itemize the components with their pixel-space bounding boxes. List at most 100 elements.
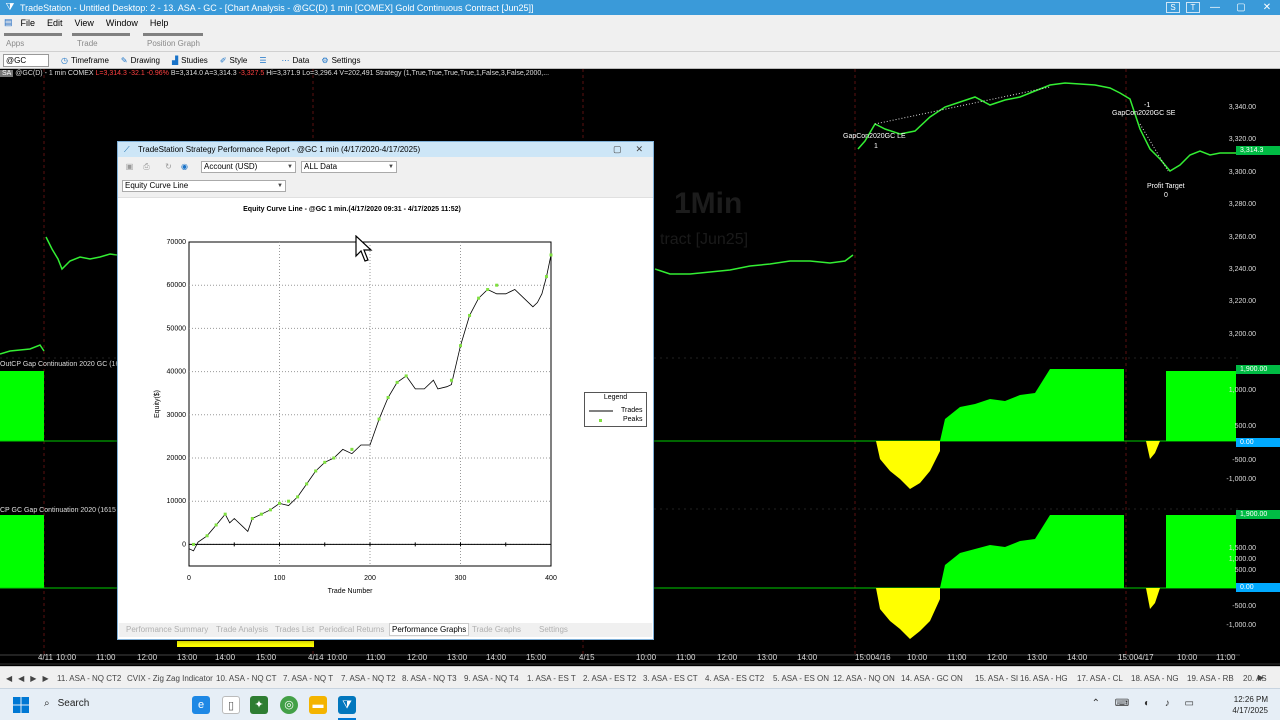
tab-overflow-icon[interactable]: ▶	[1258, 673, 1264, 682]
file-explorer-icon[interactable]: ▬	[309, 696, 327, 714]
tradestation-taskbar-icon[interactable]: ⧩	[338, 696, 356, 714]
data-icon: ⋯	[281, 55, 290, 65]
tab-trade-graphs[interactable]: Trade Graphs	[472, 625, 521, 634]
data-button[interactable]: ⋯ Data	[281, 56, 309, 65]
time-axis-label: 10:00	[327, 653, 348, 662]
workspace-tab[interactable]: 5. ASA - ES ON	[773, 674, 829, 683]
tab-trades-list[interactable]: Trades List	[275, 625, 314, 634]
account-currency-select[interactable]: Account (USD) ▼	[201, 161, 296, 173]
workspace-tab[interactable]: 7. ASA - NQ T	[283, 674, 333, 683]
minimize-icon[interactable]: —	[1202, 0, 1228, 15]
data-range-select[interactable]: ALL Data ▼	[301, 161, 397, 173]
ribbon-trade[interactable]: Trade	[77, 39, 98, 48]
tab-performance-summary[interactable]: Performance Summary	[126, 625, 208, 634]
chart-legend: Legend Trades Peaks	[584, 392, 647, 427]
menu-help[interactable]: Help	[144, 18, 175, 28]
s-badge-button[interactable]: S	[1166, 2, 1180, 13]
workspace-tab[interactable]: 1. ASA - ES T	[527, 674, 576, 683]
menu-file[interactable]: File	[15, 18, 42, 28]
workspace-tab[interactable]: 17. ASA - CL	[1077, 674, 1123, 683]
tab-trade-analysis[interactable]: Trade Analysis	[216, 625, 268, 634]
y-tick-label: 20000	[167, 455, 187, 462]
close-icon[interactable]: ✕	[1254, 0, 1280, 15]
report-view-bar: Equity Curve Line ▼	[118, 177, 653, 198]
settings-button[interactable]: ⚙ Settings	[321, 56, 360, 65]
strategy-performance-report[interactable]: ⟋ TradeStation Strategy Performance Repo…	[117, 141, 654, 640]
excel-icon[interactable]: ✦	[250, 696, 268, 714]
tab-periodical-returns[interactable]: Periodical Returns	[319, 625, 384, 634]
workspace-tab[interactable]: 15. ASA - SI	[975, 674, 1018, 683]
window-controls: — ▢ ✕	[1202, 0, 1280, 15]
report-close-icon[interactable]: ✕	[635, 144, 643, 154]
chrome-browser-icon[interactable]: ◎	[280, 696, 298, 714]
workspace-tab[interactable]: 2. ASA - ES T2	[583, 674, 636, 683]
workspace-tab[interactable]: 14. ASA - GC ON	[901, 674, 963, 683]
symbol-input[interactable]: @GC	[3, 53, 49, 67]
tab-settings[interactable]: Settings	[539, 625, 568, 634]
maximize-icon[interactable]: ▢	[1228, 0, 1254, 15]
price-axis-label: 3,260.00	[1228, 234, 1256, 241]
time-axis-label: 13:00	[1027, 653, 1048, 662]
windows-start-icon[interactable]	[13, 697, 29, 713]
menu-edit[interactable]: Edit	[41, 18, 69, 28]
workspace-tab[interactable]: 18. ASA - NG	[1131, 674, 1179, 683]
menu-view[interactable]: View	[69, 18, 100, 28]
ribbon-apps[interactable]: Apps	[6, 39, 24, 48]
peak-point	[223, 512, 227, 516]
tab-performance-graphs[interactable]: Performance Graphs	[389, 623, 470, 636]
layout-icon[interactable]: ☰	[259, 56, 269, 65]
time-axis-label: 11:00	[96, 653, 116, 662]
indicator2-axis-label: -500.00	[1232, 603, 1256, 610]
refresh-icon[interactable]: ↻	[163, 161, 174, 172]
time-axis-label: 14:00	[1067, 653, 1088, 662]
ts-badge-button[interactable]: T	[1186, 2, 1200, 13]
workspace-tab[interactable]: 19. ASA - RB	[1187, 674, 1234, 683]
workspace-tab[interactable]: 11. ASA - NQ CT2	[57, 674, 121, 683]
file-icon[interactable]: ▯	[222, 696, 240, 714]
chart-status-line: SA @GC(D) - 1 min COMEX L=3,314.3 -32.1 …	[0, 70, 550, 77]
time-axis-label: 12:00	[137, 653, 158, 662]
tab-nav-arrows-icon[interactable]: ◀◀▶▶	[6, 674, 55, 683]
clock-icon: ◷	[61, 55, 68, 65]
workspace-tab[interactable]: 7. ASA - NQ T2	[341, 674, 396, 683]
report-titlebar: ⟋ TradeStation Strategy Performance Repo…	[118, 142, 653, 157]
style-button[interactable]: ✐ Style	[220, 56, 248, 65]
y-tick-label: 10000	[167, 498, 187, 505]
peak-point	[395, 380, 399, 384]
workspace-tab[interactable]: 12. ASA - NQ ON	[833, 674, 895, 683]
workspace-tab[interactable]: 3. ASA - ES CT	[643, 674, 698, 683]
report-maximize-icon[interactable]: ▢	[613, 144, 622, 154]
workspace-tab[interactable]: 4. ASA - ES CT2	[705, 674, 764, 683]
equity-graph-title: Equity Curve Line - @GC 1 min.(4/17/2020…	[243, 206, 461, 213]
time-axis-label: 4/16	[875, 653, 891, 662]
print-icon[interactable]: ⎙	[141, 161, 152, 172]
time-axis-label: 4/11	[38, 653, 53, 662]
workspace-tab[interactable]: 8. ASA - NQ T3	[402, 674, 457, 683]
drawing-button[interactable]: ✎ Drawing	[121, 56, 160, 65]
time-axis-label: 14:00	[486, 653, 507, 662]
indicator2-badge: 1,900.00	[1236, 510, 1280, 519]
peak-point	[323, 460, 327, 464]
graph-type-select[interactable]: Equity Curve Line ▼	[122, 180, 286, 192]
peak-point	[377, 417, 381, 421]
peak-point	[386, 396, 390, 400]
system-tray[interactable]: ⌃ ⌨ ◐ ♪ ▭	[1092, 698, 1200, 709]
taskbar-clock[interactable]: 12:26 PM 4/17/2025	[1232, 694, 1268, 716]
y-tick-label: 30000	[167, 412, 187, 419]
workspace-tab[interactable]: 10. ASA - NQ CT	[216, 674, 276, 683]
x-tick-label: 200	[364, 575, 376, 582]
gear-icon: ⚙	[321, 55, 329, 65]
timeframe-button[interactable]: ◷ Timeframe	[61, 56, 109, 65]
workspace-tab[interactable]: 16. ASA - HG	[1020, 674, 1068, 683]
workspace-tab[interactable]: CVIX - Zig Zag Indicator	[127, 674, 213, 683]
ribbon-divider	[4, 33, 62, 36]
save-icon[interactable]: ▣	[124, 161, 135, 172]
price-axis-label: 3,240.00	[1228, 266, 1256, 273]
taskbar-search[interactable]: ⌕ Search	[44, 698, 89, 709]
ribbon-position-graph[interactable]: Position Graph	[147, 39, 200, 48]
workspace-tab[interactable]: 9. ASA - NQ T4	[464, 674, 519, 683]
studies-button[interactable]: ▟ Studies	[172, 56, 208, 65]
options-icon[interactable]: ◉	[179, 161, 190, 172]
menu-window[interactable]: Window	[100, 18, 144, 28]
edge-browser-icon[interactable]: e	[192, 696, 210, 714]
